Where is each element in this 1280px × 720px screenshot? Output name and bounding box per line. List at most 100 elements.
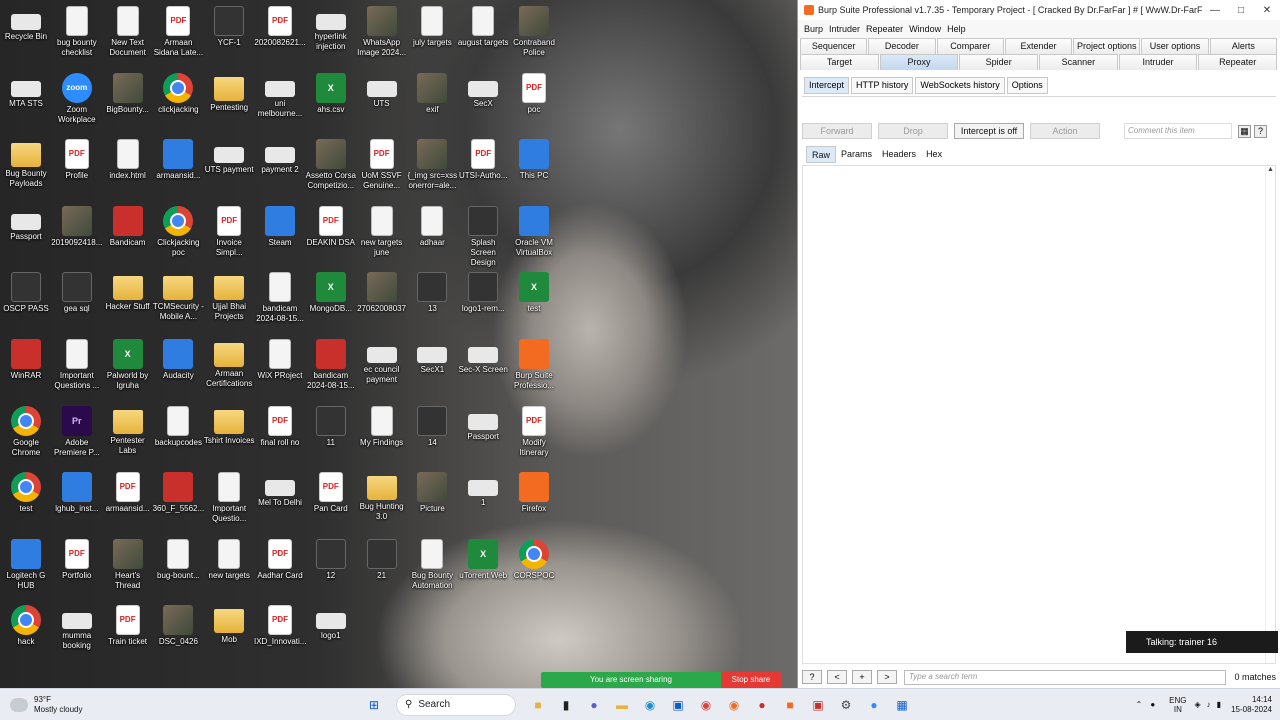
weather-widget[interactable]: 93°F Mostly cloudy: [0, 695, 360, 715]
desktop-icon[interactable]: PDF DEAKIN DSA: [305, 205, 357, 248]
maximize-icon[interactable]: □: [1228, 5, 1254, 16]
menu-repeater[interactable]: Repeater: [866, 24, 903, 34]
desktop-icon[interactable]: My Findings: [356, 405, 408, 448]
desktop-icon[interactable]: bug-bount...: [152, 538, 204, 581]
tab-websockets-history[interactable]: WebSockets history: [915, 77, 1005, 94]
desktop-icon[interactable]: 12: [305, 538, 357, 581]
search-help-button[interactable]: ?: [802, 670, 822, 684]
battery-icon[interactable]: ▮: [1217, 700, 1221, 709]
firefox-icon[interactable]: ◉: [723, 694, 745, 716]
desktop-icon[interactable]: 11: [305, 405, 357, 448]
tab-alerts[interactable]: Alerts: [1209, 38, 1277, 54]
menu-help[interactable]: Help: [947, 24, 966, 34]
tab-comparer[interactable]: Comparer: [936, 38, 1004, 54]
desktop-icon[interactable]: logo1-rem...: [457, 272, 509, 314]
desktop-icon[interactable]: Mel To Delhi: [254, 472, 306, 508]
desktop-icon[interactable]: PDF Train ticket: [102, 605, 154, 647]
desktop-icon[interactable]: Assetto Corsa Competizio...: [305, 139, 357, 191]
tab-params[interactable]: Params: [836, 146, 877, 163]
tab-decoder[interactable]: Decoder: [868, 38, 936, 54]
tab-intruder[interactable]: Intruder: [1118, 54, 1198, 70]
grid-icon[interactable]: ▦: [1238, 124, 1251, 138]
forward-button[interactable]: Forward: [802, 123, 872, 139]
desktop-icon[interactable]: Audacity: [152, 339, 204, 381]
desktop-icon[interactable]: CORSPOC: [508, 538, 560, 581]
chrome-icon[interactable]: ◉: [695, 694, 717, 716]
desktop-icon[interactable]: Firefox: [508, 472, 560, 514]
desktop-icon[interactable]: 2019092418...: [51, 205, 103, 248]
desktop-icon[interactable]: MTA STS: [0, 73, 52, 109]
desktop-icon[interactable]: 360_F_5562...: [152, 472, 204, 514]
desktop-icon[interactable]: PDF Profile: [51, 139, 103, 181]
tab-scanner[interactable]: Scanner: [1039, 54, 1118, 70]
tab-extender[interactable]: Extender: [1004, 38, 1073, 54]
desktop-icon[interactable]: TCMSecurity - Mobile A...: [152, 272, 204, 322]
desktop-icon[interactable]: Oracle VM VirtualBox: [508, 205, 560, 258]
stop-share-button[interactable]: Stop share: [721, 672, 781, 688]
tab-repeater[interactable]: Repeater: [1198, 54, 1278, 70]
desktop-icon[interactable]: Sec-X Screen: [457, 339, 509, 375]
desktop-icon[interactable]: This PC: [508, 139, 560, 181]
desktop-icon[interactable]: Bug Bounty Automation: [406, 538, 458, 591]
desktop-icon[interactable]: clickjacking: [152, 72, 204, 115]
desktop-icon[interactable]: logo1: [305, 605, 357, 641]
tab-sequencer[interactable]: Sequencer: [800, 38, 868, 54]
desktop-icon[interactable]: Steam: [254, 205, 306, 248]
menu-burp[interactable]: Burp: [804, 24, 823, 34]
file-explorer-icon[interactable]: ■: [527, 694, 549, 716]
desktop-icon[interactable]: Pentesting: [203, 73, 255, 113]
bandicam-icon[interactable]: ●: [751, 694, 773, 716]
desktop-icon[interactable]: bandicam 2024-08-15...: [254, 272, 306, 324]
action-button[interactable]: Action: [1030, 123, 1100, 139]
chat-icon[interactable]: ●: [583, 694, 605, 716]
desktop-icon[interactable]: bandicam 2024-08-15...: [305, 339, 357, 391]
store-icon[interactable]: ▣: [667, 694, 689, 716]
microphone-icon[interactable]: ●: [1150, 700, 1155, 709]
desktop-icon[interactable]: Ujjal Bhai Projects: [203, 272, 255, 322]
desktop-icon[interactable]: UTS: [356, 73, 408, 109]
desktop-icon[interactable]: PDF Aadhar Card: [254, 538, 306, 581]
desktop-icon[interactable]: New Text Document: [102, 6, 154, 58]
tab-proxy[interactable]: Proxy: [879, 54, 959, 70]
desktop-icon[interactable]: index.html: [102, 139, 154, 181]
desktop-icon[interactable]: Important Questions ...: [51, 339, 103, 391]
desktop-icon[interactable]: armaansid...: [152, 139, 204, 181]
request-editor[interactable]: ▲: [802, 165, 1276, 664]
help-button[interactable]: ?: [1254, 124, 1267, 138]
menu-window[interactable]: Window: [909, 24, 941, 34]
desktop-icon[interactable]: Tshirt Invoices: [203, 406, 255, 446]
desktop-icon[interactable]: Google Chrome: [0, 405, 52, 458]
search-add-button[interactable]: +: [852, 670, 872, 684]
tab-raw[interactable]: Raw: [806, 146, 837, 163]
desktop-icon[interactable]: Armaan Certifications: [203, 339, 255, 389]
desktop-icon[interactable]: uni melbourne...: [254, 73, 306, 119]
desktop-icon[interactable]: WhatsApp Image 2024...: [356, 6, 408, 58]
menu-intruder[interactable]: Intruder: [829, 24, 860, 34]
desktop-icon[interactable]: PDF 2020082621...: [254, 6, 306, 48]
desktop-icon[interactable]: 27062008037: [356, 272, 408, 314]
taskbar-search[interactable]: ⚲ Search: [396, 693, 516, 716]
comment-field[interactable]: Comment this item: [1124, 123, 1232, 139]
desktop-icon[interactable]: 14: [406, 405, 458, 448]
tab-target[interactable]: Target: [800, 54, 879, 70]
desktop-icon[interactable]: Logitech G HUB: [0, 538, 52, 591]
desktop-icon[interactable]: PDF UoM SSVF Genuine...: [356, 139, 408, 191]
desktop-icon[interactable]: Bug Bounty Payloads: [0, 139, 52, 189]
folder-icon[interactable]: ▬: [611, 694, 633, 716]
desktop-icon[interactable]: Mob: [203, 605, 255, 645]
desktop-icon[interactable]: 1: [457, 472, 509, 508]
desktop-icon[interactable]: new targets june: [356, 205, 408, 258]
desktop-icon[interactable]: mumma booking: [51, 605, 103, 651]
desktop-icon[interactable]: 13: [406, 272, 458, 314]
desktop-icon[interactable]: backupcodes: [152, 405, 204, 448]
desktop-icon[interactable]: WinRAR: [0, 339, 52, 381]
desktop-icon[interactable]: Important Questio...: [203, 472, 255, 524]
tab-hex[interactable]: Hex: [921, 146, 947, 163]
desktop-icon[interactable]: lghub_inst...: [51, 472, 103, 514]
desktop-icon[interactable]: Splash Screen Design: [457, 205, 509, 268]
wifi-icon[interactable]: ◈: [1195, 700, 1201, 709]
desktop-icon[interactable]: Xahs.csv: [305, 72, 357, 115]
desktop-icon[interactable]: adhaar: [406, 205, 458, 248]
volume-icon[interactable]: ♪: [1207, 700, 1211, 709]
intercept-toggle-button[interactable]: Intercept is off: [954, 123, 1024, 139]
